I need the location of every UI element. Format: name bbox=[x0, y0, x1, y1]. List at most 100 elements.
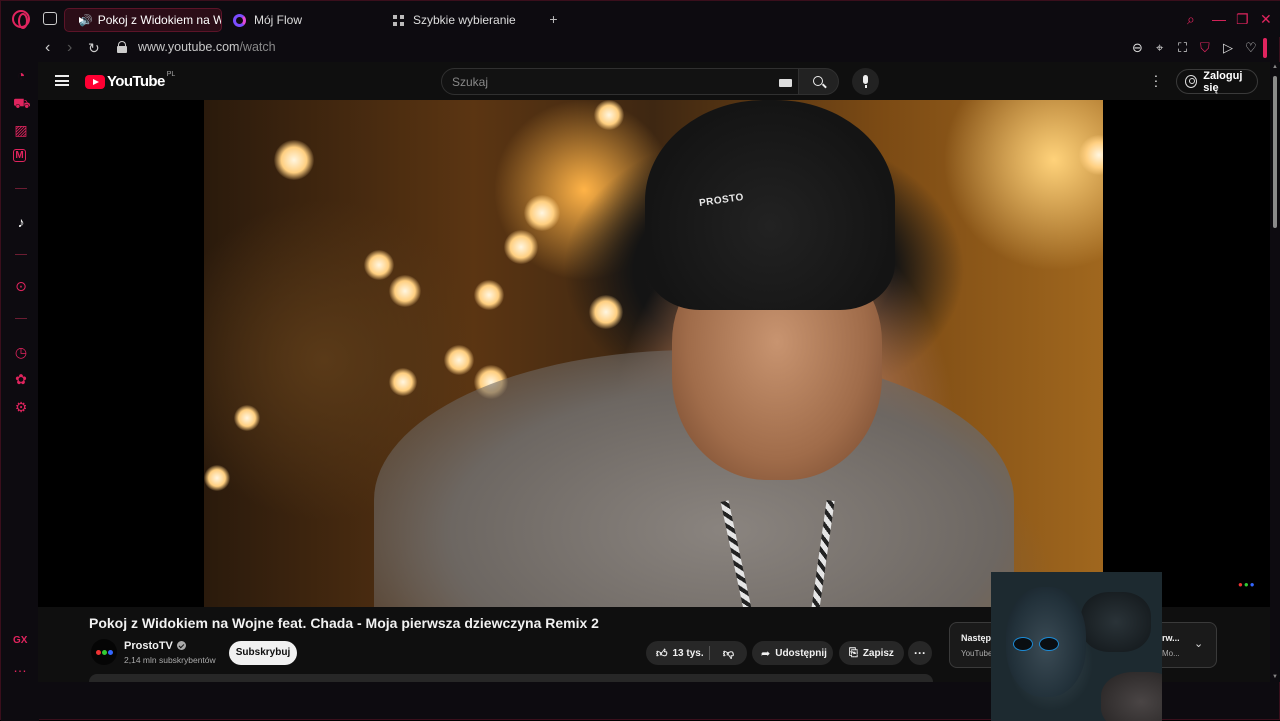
sign-in-label: Zaloguj się bbox=[1203, 69, 1243, 94]
restore-icon[interactable]: ❐ bbox=[1236, 11, 1249, 27]
opera-gx-logo-icon[interactable] bbox=[12, 10, 30, 29]
tab-islands-icon[interactable] bbox=[43, 12, 57, 25]
player-icon[interactable]: ⊙ bbox=[13, 278, 29, 294]
account-icon bbox=[1185, 75, 1198, 88]
bokeh-light bbox=[204, 465, 230, 491]
video-player[interactable]: PROSTO bbox=[204, 100, 1103, 607]
new-tab-button[interactable]: + bbox=[547, 12, 560, 26]
voice-search-button[interactable] bbox=[852, 68, 879, 95]
like-count: 13 tys. bbox=[672, 647, 704, 659]
scrollbar-thumb[interactable] bbox=[1273, 76, 1277, 228]
webcam-background-figure bbox=[1081, 592, 1151, 652]
scroll-down-arrow-icon[interactable]: ▼ bbox=[1272, 674, 1278, 680]
verified-icon bbox=[176, 641, 186, 650]
minimize-icon[interactable]: — bbox=[1212, 11, 1226, 27]
snapshot-icon[interactable]: ⛶ bbox=[1178, 40, 1187, 56]
bookmark-icon: ⎘ bbox=[849, 646, 858, 659]
aria-icon[interactable]: ⛟ bbox=[13, 95, 31, 111]
channel-name-text: ProstoTV bbox=[124, 640, 173, 652]
url-host: www.youtube.com bbox=[138, 40, 240, 54]
grid-icon bbox=[393, 14, 404, 26]
tab-bar: 🔊 Pokoj z Widokiem na W Mój Flow Szybkie… bbox=[1, 1, 1280, 37]
settings-icon[interactable]: ⚙ bbox=[13, 399, 29, 415]
like-button[interactable]: 👍︎ 13 tys. bbox=[646, 646, 710, 660]
tab-moj-flow[interactable]: Mój Flow bbox=[233, 8, 373, 32]
search-tabs-icon[interactable]: ⌕ bbox=[1187, 11, 1195, 27]
dislike-button[interactable]: 👎︎ bbox=[710, 647, 747, 660]
address-bar: ‹ › ↻ www.youtube.com/watch ⊖ ⌖ ⛶ ⛉ ▷ ♡ bbox=[1, 37, 1280, 61]
twitch-icon[interactable]: ▨ bbox=[13, 122, 29, 138]
webcam-arm bbox=[1101, 672, 1162, 721]
bokeh-light bbox=[594, 100, 624, 130]
tab-youtube-video[interactable]: 🔊 Pokoj z Widokiem na W bbox=[64, 8, 222, 32]
avatar-dot bbox=[102, 650, 107, 655]
pin-icon[interactable]: ⌖ bbox=[1156, 40, 1163, 56]
gx-control-icon[interactable]: ◔ bbox=[13, 67, 29, 83]
bokeh-light bbox=[389, 275, 421, 307]
search-box bbox=[441, 68, 799, 95]
gx-label[interactable]: GX bbox=[13, 635, 27, 646]
bokeh-light bbox=[474, 280, 504, 310]
microphone-icon bbox=[863, 75, 868, 88]
player-icon[interactable]: ▷ bbox=[1223, 40, 1233, 56]
heart-icon[interactable]: ♡ bbox=[1245, 40, 1257, 56]
tab-label: Pokoj z Widokiem na W bbox=[97, 13, 222, 27]
bokeh-light bbox=[1079, 135, 1103, 175]
share-button[interactable]: ➦ Udostępnij bbox=[752, 641, 833, 665]
share-icon: ➦ bbox=[761, 647, 771, 660]
more-actions-button[interactable]: ··· bbox=[908, 641, 932, 665]
description-box[interactable] bbox=[89, 674, 933, 682]
loading-dots-icon: ●●● bbox=[1238, 580, 1256, 589]
zoom-icon[interactable]: ⊖ bbox=[1132, 40, 1143, 56]
bokeh-light bbox=[274, 140, 314, 180]
avatar-dot bbox=[108, 650, 113, 655]
url-field[interactable]: www.youtube.com/watch bbox=[138, 40, 276, 54]
sidebar-divider bbox=[15, 188, 27, 189]
avatar-dot bbox=[96, 650, 101, 655]
up-next-label: Następ bbox=[961, 633, 992, 643]
search-button[interactable] bbox=[799, 68, 839, 95]
chevron-down-icon[interactable]: ⌄ bbox=[1194, 637, 1203, 650]
sidebar: ◔ ⛟ ▨ M ♪ ⊙ ◷ ✿ ⚙ GX … bbox=[1, 61, 39, 721]
sign-in-button[interactable]: Zaloguj się bbox=[1176, 69, 1258, 94]
keyboard-icon[interactable] bbox=[779, 79, 792, 87]
back-icon[interactable]: ‹ bbox=[45, 39, 50, 57]
save-button[interactable]: ⎘ Zapisz bbox=[839, 641, 904, 665]
tab-speed-dial[interactable]: Szybkie wybieranie bbox=[393, 8, 533, 32]
up-next-source: YouTube bbox=[961, 649, 993, 658]
country-code: PL bbox=[166, 71, 176, 78]
bokeh-light bbox=[504, 230, 538, 264]
reload-icon[interactable]: ↻ bbox=[88, 39, 100, 57]
channel-avatar[interactable] bbox=[91, 639, 117, 665]
sidebar-divider bbox=[15, 254, 27, 255]
menu-icon[interactable] bbox=[55, 75, 69, 86]
gx-corner-indicator bbox=[1263, 38, 1267, 58]
search-icon bbox=[813, 76, 823, 86]
scroll-up-arrow-icon[interactable]: ▲ bbox=[1272, 64, 1278, 70]
thumbs-up-icon: 👍︎ bbox=[656, 647, 668, 660]
lock-icon[interactable] bbox=[117, 41, 127, 53]
sidebar-more-icon[interactable]: … bbox=[13, 659, 28, 675]
youtube-logo[interactable]: YouTube PL bbox=[85, 71, 176, 90]
video-title: Pokoj z Widokiem na Wojne feat. Chada - … bbox=[89, 615, 599, 631]
messenger-icon[interactable]: M bbox=[13, 149, 26, 162]
tiktok-icon[interactable]: ♪ bbox=[13, 214, 29, 230]
search-input[interactable] bbox=[452, 73, 752, 91]
channel-name[interactable]: ProstoTV bbox=[124, 640, 186, 652]
bokeh-light bbox=[389, 368, 417, 396]
thumbs-down-icon: 👎︎ bbox=[722, 647, 735, 660]
close-icon[interactable]: ✕ bbox=[1260, 11, 1272, 27]
tab-label: Szybkie wybieranie bbox=[413, 13, 516, 27]
history-icon[interactable]: ◷ bbox=[13, 344, 29, 360]
up-next-title: rw... bbox=[1162, 633, 1180, 643]
settings-more-icon[interactable]: · · · bbox=[1153, 68, 1159, 92]
up-next-subtitle: Mo... bbox=[1162, 649, 1180, 658]
subscribe-button[interactable]: Subskrybuj bbox=[229, 641, 297, 665]
forward-icon[interactable]: › bbox=[67, 39, 72, 57]
youtube-wordmark: YouTube bbox=[107, 73, 165, 90]
shield-icon[interactable]: ⛉ bbox=[1200, 40, 1210, 56]
bokeh-light bbox=[364, 250, 394, 280]
extensions-icon[interactable]: ✿ bbox=[13, 371, 29, 387]
sidebar-divider bbox=[15, 318, 27, 319]
webcam-glasses bbox=[1013, 637, 1063, 651]
